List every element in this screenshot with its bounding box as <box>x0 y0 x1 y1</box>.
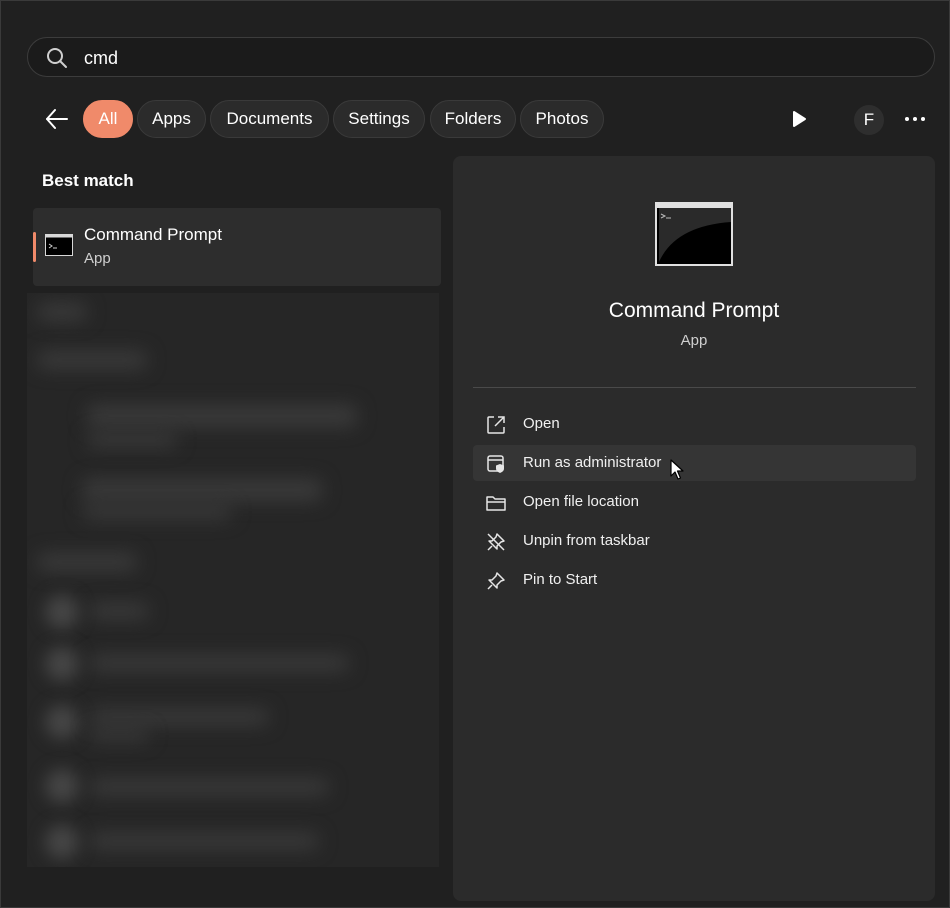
filter-folders[interactable]: Folders <box>430 100 516 138</box>
blurred-results <box>27 293 439 867</box>
filter-photos[interactable]: Photos <box>520 100 604 138</box>
search-bar[interactable] <box>27 37 935 77</box>
back-arrow-icon[interactable] <box>41 103 73 135</box>
search-icon <box>47 48 67 68</box>
best-match-heading: Best match <box>42 171 134 190</box>
detail-title: Command Prompt <box>608 299 780 322</box>
best-match-title: Command Prompt <box>84 225 222 244</box>
unpin-icon <box>487 533 505 551</box>
detail-pane: Command Prompt App Open Run as administr… <box>453 156 935 901</box>
more-icon[interactable] <box>901 109 929 129</box>
command-prompt-large-icon <box>655 202 733 266</box>
account-avatar[interactable]: F <box>854 105 884 135</box>
filter-documents[interactable]: Documents <box>210 100 329 138</box>
detail-divider <box>473 387 916 388</box>
pin-icon <box>487 572 505 590</box>
action-run-as-administrator[interactable]: Run as administrator <box>473 445 916 481</box>
play-icon[interactable] <box>787 107 811 131</box>
action-label: Run as administrator <box>523 454 662 471</box>
selection-indicator <box>33 232 36 262</box>
folder-icon <box>486 496 506 511</box>
action-label: Unpin from taskbar <box>523 532 650 549</box>
filter-all[interactable]: All <box>83 100 133 138</box>
open-external-icon <box>487 416 505 434</box>
filter-settings[interactable]: Settings <box>333 100 425 138</box>
best-match-item[interactable]: Command Prompt App <box>33 208 441 286</box>
action-label: Open <box>523 415 560 432</box>
shield-admin-icon <box>487 455 504 473</box>
action-open[interactable]: Open <box>473 406 916 442</box>
command-prompt-icon <box>45 234 73 256</box>
action-pin-to-start[interactable]: Pin to Start <box>473 562 916 598</box>
action-open-file-location[interactable]: Open file location <box>473 484 916 520</box>
mouse-cursor-icon <box>670 459 684 480</box>
search-input[interactable] <box>82 44 906 72</box>
best-match-type: App <box>84 250 111 267</box>
action-label: Pin to Start <box>523 571 598 588</box>
action-unpin-from-taskbar[interactable]: Unpin from taskbar <box>473 523 916 559</box>
detail-type: App <box>680 332 708 349</box>
action-label: Open file location <box>523 493 639 510</box>
search-panel: All Apps Documents Settings Folders Phot… <box>0 0 950 908</box>
filter-apps[interactable]: Apps <box>137 100 206 138</box>
